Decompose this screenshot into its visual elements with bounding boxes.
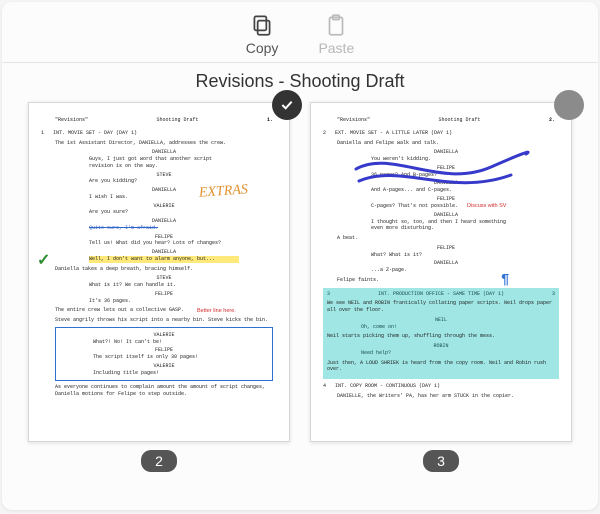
header-title: "Revisions"	[55, 117, 88, 124]
character-cue: FELIPE	[337, 245, 555, 252]
toolbar: Copy Paste	[2, 2, 598, 63]
dialogue-line: Tell us! What did you hear? Lots of chan…	[89, 240, 239, 247]
character-cue: ROBIN	[327, 343, 555, 350]
character-cue: STEVE	[55, 275, 273, 282]
action-line: The entire crew lets out a collective GA…	[55, 307, 273, 314]
header-draft: Shooting Draft	[156, 117, 198, 124]
character-cue: FELIPE	[55, 291, 273, 298]
character-cue: VALERIE	[59, 363, 269, 370]
pilcrow-icon: ¶	[501, 271, 509, 290]
character-cue: DANIELLA	[337, 260, 555, 267]
character-cue: FELIPE	[337, 165, 555, 172]
copy-button[interactable]: Copy	[246, 12, 279, 56]
page-number-tag: 3	[423, 450, 459, 472]
dialogue-line: The script itself is only 30 pages!	[93, 354, 235, 361]
dialogue-line: 36 pages? And B-pages?	[371, 172, 521, 179]
character-cue: DANIELLA	[55, 218, 273, 225]
action-line: Neil starts picking them up, shuffling t…	[327, 333, 555, 340]
dialogue-line: Are you kidding?	[89, 178, 239, 185]
page-title: Revisions - Shooting Draft	[2, 63, 598, 102]
scene-heading: INT. MOVIE SET - DAY (DAY 1)	[41, 130, 273, 137]
dialogue-line: What is it? We can handle it.	[89, 282, 239, 289]
character-cue: FELIPE	[59, 347, 269, 354]
dialogue-line: I wish I was.	[89, 194, 239, 201]
header-page-num: 1.	[267, 117, 273, 124]
margin-note: Better line here.	[197, 308, 236, 315]
dialogue-line: Need help?	[361, 350, 521, 357]
selection-badge-selected[interactable]	[272, 90, 302, 120]
character-cue: DANIELLA	[55, 149, 273, 156]
dialogue-line: And A-pages... and C-pages.	[371, 187, 521, 194]
margin-note: Discuss with SV	[467, 203, 506, 209]
dialogue-line: ...a Z-page.	[371, 267, 521, 274]
character-cue: NEIL	[327, 317, 555, 324]
page-number-tag: 2	[141, 450, 177, 472]
revision-block: 3 INT. PRODUCTION OFFICE - SAME TIME (DA…	[323, 288, 559, 380]
character-cue: VALERIE	[55, 203, 273, 210]
character-cue: DANIELLA	[337, 212, 555, 219]
action-line: Just then, A LOUD SHRIEK is heard from t…	[327, 360, 555, 374]
character-cue: STEVE	[55, 172, 273, 179]
action-line: We see NEIL and ROBIN frantically collat…	[327, 300, 555, 314]
paste-button: Paste	[318, 12, 354, 56]
action-line: The 1st Assistant Director, DANIELLA, ad…	[55, 140, 273, 147]
paste-label: Paste	[318, 40, 354, 56]
selection-badge-unselected[interactable]	[554, 90, 584, 120]
dialogue-line: You weren't kidding.	[371, 156, 521, 163]
character-cue: FELIPE	[55, 234, 273, 241]
character-cue: DANIELLA	[55, 187, 273, 194]
dialogue-line: What?! No! It can't be!	[93, 339, 235, 346]
action-line: Felipe faints.	[337, 277, 555, 284]
check-icon: ✓	[37, 251, 50, 273]
page-preview: "Revisions" Shooting Draft 1. INT. MOVIE…	[28, 102, 290, 442]
character-cue: DANIELLA	[55, 249, 273, 256]
dialogue-line: C-pages? That's not possible. Discuss wi…	[371, 203, 521, 210]
dialogue-line: I thought so, too, and then I heard some…	[371, 219, 521, 233]
character-cue: VALERIE	[59, 332, 269, 339]
check-icon	[279, 97, 295, 113]
dialogue-line: Well, I don't want to alarm anyone, but.…	[89, 256, 239, 263]
paste-icon	[323, 12, 349, 38]
action-line: Daniella takes a deep breath, bracing hi…	[55, 266, 273, 273]
action-line: Steve angrily throws his script into a n…	[55, 317, 273, 324]
scene-heading: INT. PRODUCTION OFFICE - SAME TIME (DAY …	[378, 291, 504, 298]
dialogue-line: It's 36 pages.	[89, 298, 239, 305]
selection-box: VALERIE What?! No! It can't be! FELIPE T…	[55, 327, 273, 382]
dialogue-line: Quite sure, I'm afraid.	[89, 225, 239, 232]
page-thumbnails: "Revisions" Shooting Draft 1. INT. MOVIE…	[2, 102, 598, 510]
character-cue: DANIELLA	[337, 180, 555, 187]
character-cue: FELIPE	[337, 196, 555, 203]
header-draft: Shooting Draft	[438, 117, 480, 124]
copy-icon	[249, 12, 275, 38]
dialogue-line: What? What is it?	[371, 252, 521, 259]
page-thumbnail-2[interactable]: "Revisions" Shooting Draft 1. INT. MOVIE…	[28, 102, 290, 496]
header-title: "Revisions"	[337, 117, 370, 124]
action-line: As everyone continues to complain amount…	[55, 384, 273, 398]
copy-label: Copy	[246, 40, 279, 56]
dialogue-line: Are you sure?	[89, 209, 239, 216]
action-line: A beat.	[337, 235, 555, 242]
scene-heading: EXT. MOVIE SET - A LITTLE LATER (DAY 1)	[323, 130, 555, 137]
action-line: DANIELLE, the Writers' PA, has her arm S…	[337, 393, 555, 400]
header-page-num: 2.	[549, 117, 555, 124]
page-thumbnail-3[interactable]: "Revisions" Shooting Draft 2. EXT. MOVIE…	[310, 102, 572, 496]
action-line: Daniella and Felipe walk and talk.	[337, 140, 555, 147]
scene-heading: INT. COPY ROOM - CONTINUOUS (DAY 1)	[323, 383, 555, 390]
character-cue: DANIELLA	[337, 149, 555, 156]
page-preview: "Revisions" Shooting Draft 2. EXT. MOVIE…	[310, 102, 572, 442]
dialogue-line: Oh, come on!	[361, 324, 521, 331]
dialogue-line: Guys, I just got word that another scrip…	[89, 156, 239, 170]
dialogue-line: Including title pages!	[93, 370, 235, 377]
app-window: Copy Paste Revisions - Shooting Draft "R…	[2, 2, 598, 510]
